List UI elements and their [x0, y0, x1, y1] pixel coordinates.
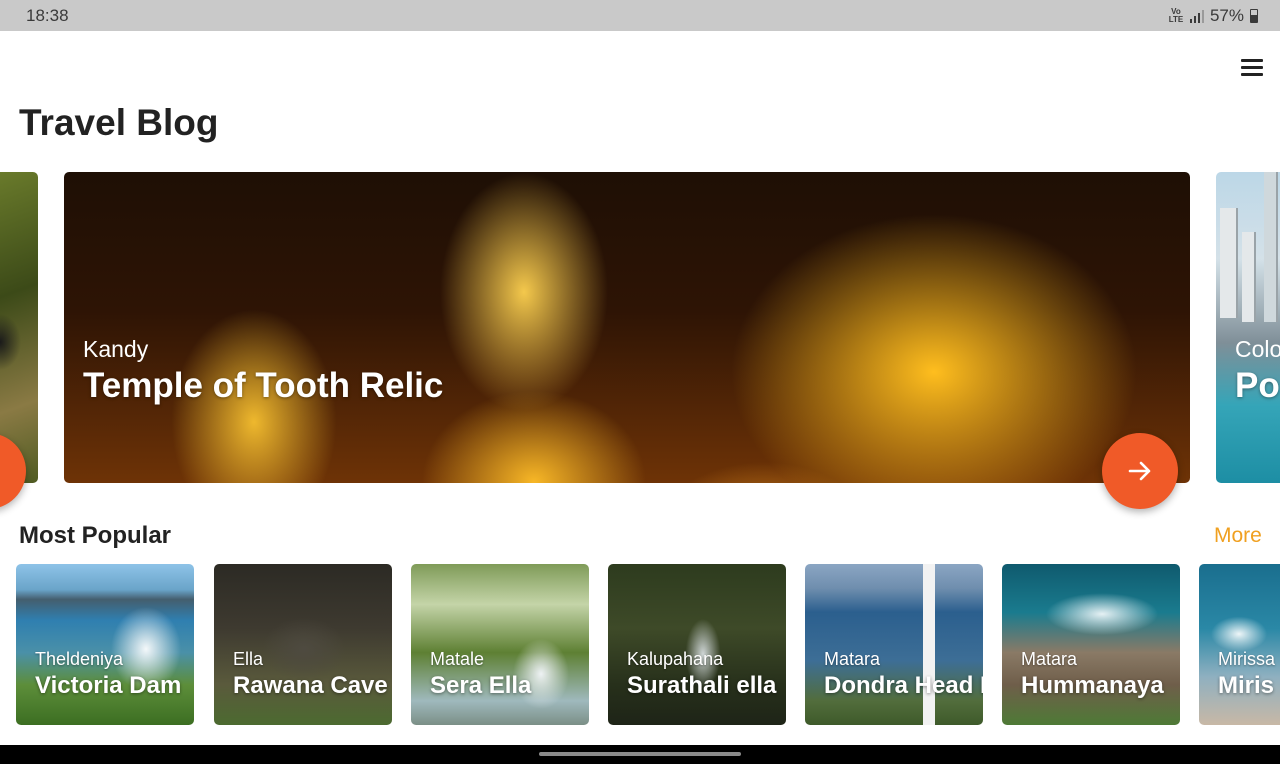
- popular-card[interactable]: Mirissa Miris: [1199, 564, 1280, 725]
- carousel-card-next[interactable]: Colo Po: [1216, 172, 1280, 483]
- popular-card[interactable]: Theldeniya Victoria Dam: [16, 564, 194, 725]
- home-gesture-handle[interactable]: [539, 752, 741, 756]
- page-title: Travel Blog: [19, 102, 219, 143]
- system-navigation-bar: [0, 745, 1280, 764]
- popular-card-title: Miris: [1218, 672, 1275, 699]
- carousel-next-button[interactable]: [1102, 433, 1178, 509]
- popular-card-title: Rawana Cave: [233, 672, 388, 699]
- signal-icon: [1189, 9, 1204, 23]
- popular-card-title: Surathali ella: [627, 672, 777, 699]
- popular-card-location: Mirissa: [1218, 649, 1275, 669]
- carousel-card-current[interactable]: Kandy Temple of Tooth Relic: [64, 172, 1190, 483]
- popular-card[interactable]: Matale Sera Ella: [411, 564, 589, 725]
- popular-card-location: Matale: [430, 649, 485, 669]
- popular-card-title: Sera Ella: [430, 672, 532, 699]
- more-link[interactable]: More: [1214, 524, 1262, 548]
- battery-icon: [1250, 9, 1258, 23]
- popular-card[interactable]: Kalupahana Surathali ella: [608, 564, 786, 725]
- popular-card[interactable]: Matara Hummanaya: [1002, 564, 1180, 725]
- carousel-card-title: Po: [1235, 366, 1280, 405]
- section-title: Most Popular: [19, 522, 172, 549]
- popular-card-location: Theldeniya: [35, 649, 124, 669]
- hamburger-menu-icon[interactable]: [1236, 52, 1268, 82]
- popular-card[interactable]: Matara Dondra Head L: [805, 564, 983, 725]
- popular-card-location: Kalupahana: [627, 649, 724, 669]
- popular-card-title: Victoria Dam: [35, 672, 182, 699]
- popular-card-location: Ella: [233, 649, 264, 669]
- popular-card-location: Matara: [824, 649, 881, 669]
- arrow-left-icon: [0, 457, 2, 485]
- carousel-card-location: Kandy: [83, 336, 149, 362]
- volte-icon: Vo LTE: [1168, 7, 1184, 24]
- carousel-card-location: Colo: [1235, 336, 1280, 362]
- popular-card-location: Matara: [1021, 649, 1078, 669]
- popular-card-title: Dondra Head L: [824, 672, 983, 699]
- arrow-right-icon: [1128, 461, 1151, 481]
- popular-card-title: Hummanaya: [1021, 672, 1164, 699]
- status-icons: Vo LTE 57%: [1168, 6, 1258, 26]
- status-time: 18:38: [26, 6, 69, 25]
- carousel-card-previous[interactable]: [0, 172, 38, 483]
- battery-percentage: 57%: [1209, 6, 1244, 25]
- carousel-card-title: Temple of Tooth Relic: [83, 366, 444, 405]
- status-bar: 18:38 Vo LTE 57%: [0, 0, 1280, 31]
- popular-card[interactable]: Ella Rawana Cave: [214, 564, 392, 725]
